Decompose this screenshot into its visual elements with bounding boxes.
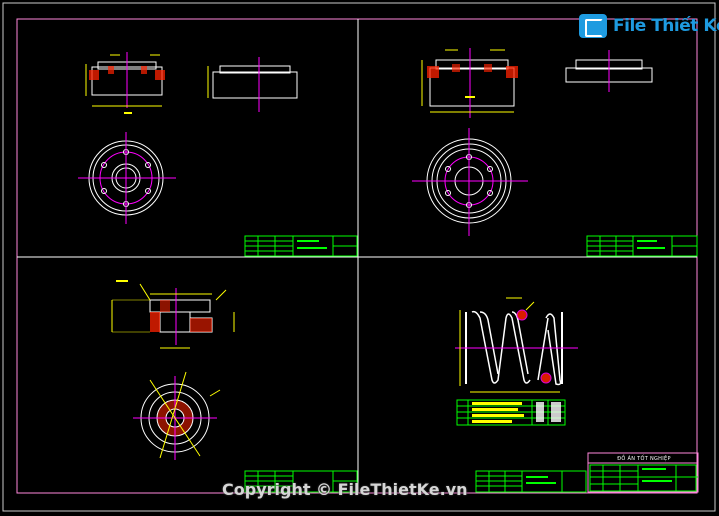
sheet2-title-block [586, 235, 698, 257]
sheet3-section-view [111, 280, 235, 349]
sheet1-section-view [85, 52, 165, 114]
cad-viewport: ĐỒ ÁN TỐT NGHIỆP File Thiết Kế.vn Copyri… [0, 0, 719, 516]
copyright-watermark: Copyright © FileThietKe.vn [222, 480, 468, 499]
sheet2-side-view [565, 50, 653, 92]
file-logo-icon [579, 14, 607, 38]
sheet2-section-view [421, 48, 518, 118]
sheet1-top-view [78, 132, 176, 224]
filethietke-logo[interactable]: File Thiết Kế.vn [579, 13, 719, 41]
sheet4-spring-view [455, 297, 578, 393]
sheet2-top-view [412, 128, 528, 236]
project-title-text: ĐỒ ÁN TỐT NGHIỆP [617, 456, 671, 462]
logo-text: File Thiết Kế.vn [613, 16, 719, 36]
sheet4-title-block [475, 470, 587, 493]
sheet3-top-view [133, 371, 221, 460]
sheet4-spring-table [456, 399, 566, 426]
sheet1-side-view [207, 57, 298, 112]
cad-drawing-canvas [2, 2, 716, 512]
sheet1-title-block [244, 235, 358, 257]
